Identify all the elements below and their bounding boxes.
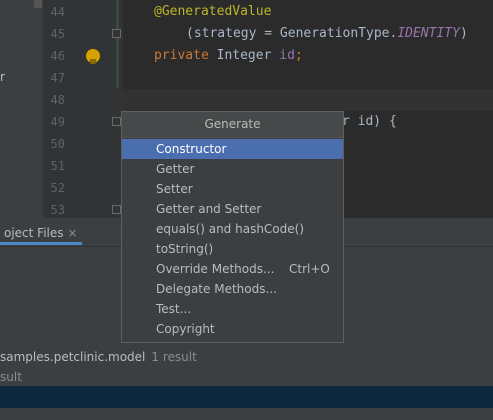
generate-menu-list: Constructor Getter Setter Getter and Set… <box>122 139 343 339</box>
menu-item-test[interactable]: Test... <box>122 299 343 319</box>
line-number: 51 <box>50 159 65 173</box>
menu-item-label: Copyright <box>156 322 215 336</box>
result-row[interactable]: sult <box>0 367 22 387</box>
menu-item-delegate-methods[interactable]: Delegate Methods... <box>122 279 343 299</box>
line-number: 49 <box>50 115 65 129</box>
code-text: ) <box>459 26 468 41</box>
project-tree-strip: r <box>0 0 43 218</box>
menu-item-label: Delegate Methods... <box>156 282 277 296</box>
menu-item-label: Test... <box>156 302 192 316</box>
code-line-49-fragment: r id) { <box>342 114 397 129</box>
menu-item-override-methods[interactable]: Override Methods... Ctrl+O <box>122 259 343 279</box>
menu-item-shortcut: Ctrl+O <box>289 262 330 276</box>
menu-item-getter-and-setter[interactable]: Getter and Setter <box>122 199 343 219</box>
menu-item-getter[interactable]: Getter <box>122 159 343 179</box>
code-semicolon: ; <box>294 48 303 63</box>
line-number: 52 <box>50 181 65 195</box>
result-package: samples.petclinic.model <box>0 350 146 364</box>
code-type: Integer <box>216 48 272 63</box>
generate-popup: Generate Constructor Getter Setter Gette… <box>121 111 344 343</box>
code-keyword: private <box>154 48 209 63</box>
code-line-46: private Integer id; <box>154 45 303 67</box>
line-number: 48 <box>50 93 65 107</box>
vcs-change-marker[interactable] <box>116 0 119 88</box>
fold-icon[interactable] <box>112 117 121 126</box>
code-line-45: (strategy = GenerationType.IDENTITY) <box>186 23 468 45</box>
line-number: 46 <box>50 49 65 63</box>
project-tree-item-fragment[interactable]: r <box>0 70 5 84</box>
tab-project-files[interactable]: oject Files × <box>0 221 82 245</box>
menu-item-equals-hashcode[interactable]: equals() and hashCode() <box>122 219 343 239</box>
code-annotation: @GeneratedValue <box>154 4 272 19</box>
lightbulb-icon[interactable] <box>86 49 100 64</box>
menu-item-label: toString() <box>156 242 214 256</box>
result-row[interactable]: samples.petclinic.model 1 result <box>0 347 197 367</box>
fold-icon[interactable] <box>112 29 121 38</box>
result-count: 1 result <box>151 350 197 364</box>
scrollbar-thumb[interactable] <box>34 0 42 8</box>
line-number: 47 <box>50 71 65 85</box>
menu-item-label: Getter and Setter <box>156 202 262 216</box>
code-field: id <box>279 48 295 63</box>
popup-title: Generate <box>122 112 343 138</box>
selected-result-row[interactable] <box>0 386 493 408</box>
close-icon[interactable]: × <box>68 226 78 240</box>
line-number: 44 <box>50 5 65 19</box>
code-text: (strategy = GenerationType. <box>186 26 398 41</box>
menu-item-label: Constructor <box>156 142 227 156</box>
menu-item-setter[interactable]: Setter <box>122 179 343 199</box>
code-constant: IDENTITY <box>397 26 460 41</box>
line-number: 50 <box>50 137 65 151</box>
fold-icon[interactable] <box>112 205 121 214</box>
line-number: 45 <box>50 27 65 41</box>
menu-item-tostring[interactable]: toString() <box>122 239 343 259</box>
tab-label: oject Files <box>4 226 64 240</box>
menu-item-label: Override Methods... <box>156 262 275 276</box>
menu-item-label: Setter <box>156 182 193 196</box>
menu-item-copyright[interactable]: Copyright <box>122 319 343 339</box>
caret-row-highlight <box>123 89 493 111</box>
menu-item-constructor[interactable]: Constructor <box>122 139 343 159</box>
menu-item-label: Getter <box>156 162 195 176</box>
menu-item-label: equals() and hashCode() <box>156 222 305 236</box>
